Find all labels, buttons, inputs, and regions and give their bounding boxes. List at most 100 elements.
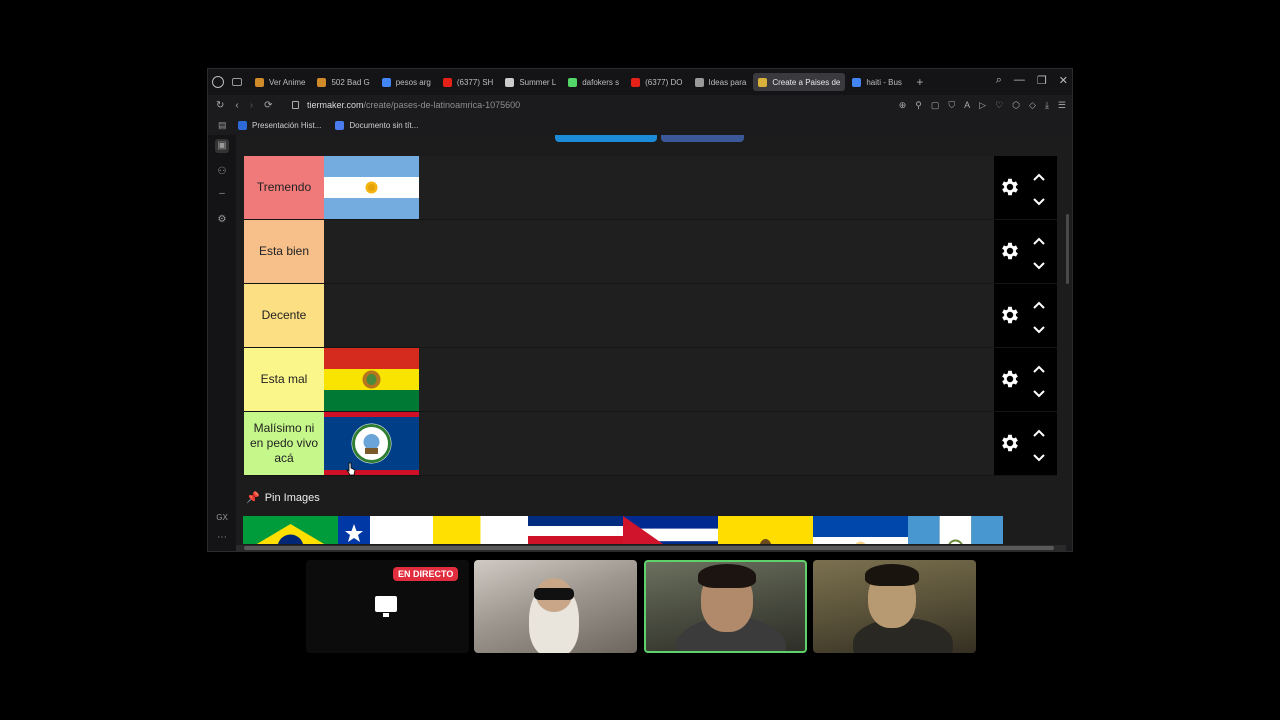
tab-favicon-icon	[317, 77, 327, 87]
page-content: Tremendo Esta bien Decente Esta mal Malísimo…	[236, 135, 1072, 545]
tier-drop-zone[interactable]	[324, 348, 994, 411]
refresh-button[interactable]: ⟳	[264, 100, 272, 111]
snapshot-icon[interactable]: ▢	[931, 100, 940, 111]
shield-icon[interactable]: ⛉	[948, 100, 955, 111]
gear-icon[interactable]	[999, 368, 1021, 390]
forward-button[interactable]: ›	[250, 100, 253, 111]
chevron-up-icon[interactable]	[1032, 233, 1046, 245]
reload-icon[interactable]: ↻	[216, 100, 224, 111]
back-button[interactable]: ‹	[235, 100, 238, 111]
gear-icon[interactable]	[999, 432, 1021, 454]
download-icon[interactable]: ⤓	[1045, 100, 1049, 111]
menu-icon[interactable]: ☰	[1058, 100, 1066, 111]
bookmarks-sidebar-icon[interactable]: ▤	[218, 120, 227, 131]
pool-flag-ecuador[interactable]	[718, 516, 813, 544]
tab[interactable]: Ver Anime	[250, 73, 310, 91]
tab[interactable]: Ideas para	[690, 73, 752, 91]
chevron-down-icon[interactable]	[1032, 258, 1046, 270]
screen-share-tile[interactable]: EN DIRECTO	[306, 560, 469, 653]
zoom-icon[interactable]: ⊕	[899, 100, 907, 111]
pin-tool-icon[interactable]: ⚲	[915, 100, 922, 111]
webcam-tile[interactable]	[813, 560, 976, 653]
tier-drop-zone[interactable]	[324, 220, 994, 283]
address-bar: ↻ ‹ › ⟳ tiermaker.com/create/pases-de-la…	[208, 95, 1072, 115]
tier-row: Esta bien	[244, 220, 1057, 284]
tab[interactable]: pesos arg	[377, 73, 436, 91]
pool-flag-guatemala[interactable]	[908, 516, 1003, 544]
chevron-down-icon[interactable]	[1032, 450, 1046, 462]
ai-icon[interactable]: ⚇	[215, 165, 229, 179]
chevron-down-icon[interactable]	[1032, 322, 1046, 334]
tier-label[interactable]: Malísimo ni en pedo vivo acá	[244, 412, 324, 475]
tab-favicon-icon	[505, 77, 515, 87]
vertical-scrollbar[interactable]	[1066, 214, 1069, 284]
webcam-tile-active[interactable]	[644, 560, 807, 653]
settings-sidebar-icon[interactable]: ⚙	[215, 213, 229, 227]
top-button-secondary[interactable]	[661, 135, 744, 142]
top-button-primary[interactable]	[555, 135, 657, 142]
webcam-tile[interactable]	[474, 560, 637, 653]
flag-argentina[interactable]	[324, 156, 419, 219]
url-field[interactable]: tiermaker.com/create/pases-de-latinoamri…	[292, 100, 520, 110]
tab[interactable]: Create a Paises de	[753, 73, 846, 91]
gear-icon[interactable]	[999, 240, 1021, 262]
pool-flag-vatican[interactable]	[433, 516, 528, 544]
image-pool	[243, 516, 1003, 544]
translate-icon[interactable]: A	[964, 100, 970, 111]
tab[interactable]: (6377) SH	[438, 73, 498, 91]
flag-bolivia[interactable]	[324, 348, 419, 411]
bookmark-item[interactable]: Presentación Hist...	[238, 120, 321, 130]
chevron-down-icon[interactable]	[1032, 386, 1046, 398]
play-icon[interactable]: ▷	[979, 100, 986, 111]
new-tab-button[interactable]: +	[913, 75, 927, 89]
pool-flag-el-salvador[interactable]	[813, 516, 908, 544]
pin-images-toggle[interactable]: 📌 Pin Images	[246, 491, 320, 505]
pool-flag-costa-rica[interactable]	[528, 516, 623, 544]
gx-icon[interactable]: GX	[215, 511, 229, 525]
tier-label[interactable]: Esta bien	[244, 220, 324, 283]
chevron-up-icon[interactable]	[1032, 361, 1046, 373]
participant-hair	[865, 564, 919, 586]
chevron-down-icon[interactable]	[1032, 194, 1046, 206]
search-tabs-icon[interactable]: ⌕	[996, 74, 1002, 87]
workspaces-icon[interactable]	[232, 78, 242, 86]
tier-drop-zone[interactable]	[324, 156, 994, 219]
heart-icon[interactable]: ♡	[995, 100, 1003, 111]
minimize-button[interactable]: —	[1014, 74, 1025, 87]
chevron-up-icon[interactable]	[1032, 425, 1046, 437]
pool-flag-brazil[interactable]	[243, 516, 338, 544]
flag-belize[interactable]	[324, 412, 419, 475]
tab[interactable]: (6377) DO	[626, 73, 687, 91]
more-icon[interactable]: ⋯	[215, 531, 229, 545]
tier-drop-zone[interactable]	[324, 412, 994, 475]
scrollbar-thumb[interactable]	[244, 546, 1054, 550]
monitor-icon	[375, 596, 397, 617]
tab-label: Create a Paises de	[772, 77, 841, 87]
maximize-button[interactable]: ❐	[1037, 74, 1047, 87]
opera-logo-icon[interactable]	[212, 76, 224, 88]
wallet-icon[interactable]: ◇	[1029, 100, 1036, 111]
horizontal-scrollbar[interactable]	[236, 545, 1066, 551]
gamepad-icon[interactable]: ▣	[215, 139, 229, 153]
chevron-up-icon[interactable]	[1032, 297, 1046, 309]
gear-icon[interactable]	[999, 176, 1021, 198]
extensions-icon[interactable]: ⬡	[1012, 100, 1020, 111]
chevron-up-icon[interactable]	[1032, 169, 1046, 181]
tab-favicon-icon	[694, 77, 704, 87]
tab[interactable]: haiti - Bus	[847, 73, 907, 91]
tab[interactable]: 502 Bad G	[312, 73, 374, 91]
pool-flag-cuba[interactable]	[623, 516, 718, 544]
pool-flag-chile[interactable]	[338, 516, 433, 544]
close-window-button[interactable]: ✕	[1059, 74, 1068, 87]
tier-label[interactable]: Esta mal	[244, 348, 324, 411]
gear-icon[interactable]	[999, 304, 1021, 326]
tab-label: (6377) DO	[645, 77, 683, 87]
tier-label[interactable]: Tremendo	[244, 156, 324, 219]
tab[interactable]: Summer L	[500, 73, 561, 91]
tab-favicon-icon	[442, 77, 452, 87]
tab[interactable]: dafokers s	[563, 73, 624, 91]
bookmark-item[interactable]: Documento sin tít...	[335, 120, 418, 130]
tier-drop-zone[interactable]	[324, 284, 994, 347]
tab-label: Ver Anime	[269, 77, 306, 87]
tier-label[interactable]: Decente	[244, 284, 324, 347]
